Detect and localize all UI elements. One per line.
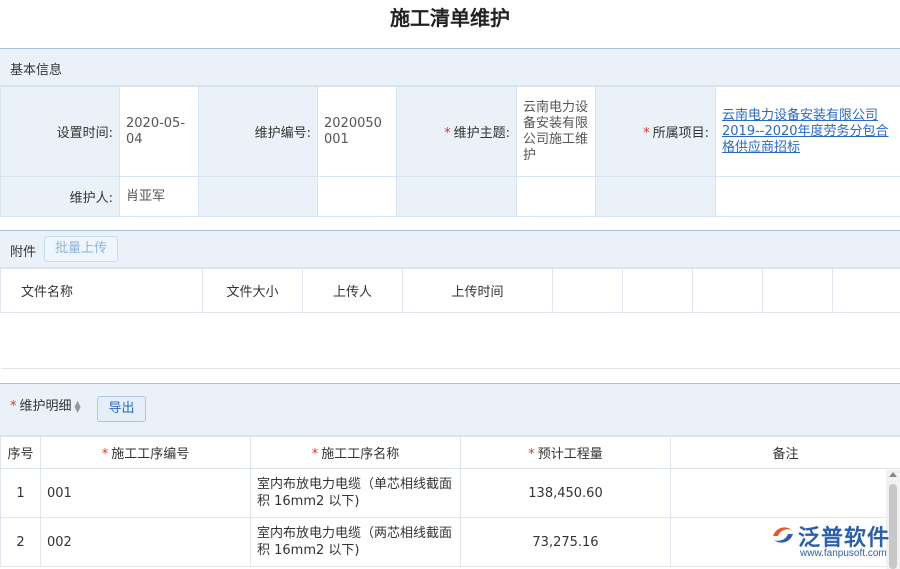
maintainer-label: 维护人:	[0, 176, 120, 217]
col-estimated-qty: * 预计工程量	[460, 436, 671, 469]
empty-value-cell	[317, 176, 397, 217]
process-code-cell[interactable]: 002	[40, 517, 251, 567]
process-name-cell[interactable]: 室内布放电力电缆（两芯相线截面积 16mm2 以下)	[250, 517, 461, 567]
col-extra	[832, 268, 900, 313]
details-table: 序号 * 施工工序编号 * 施工工序名称 * 预计工程量 备注 1 001 室内布放电…	[0, 436, 900, 567]
attachments-header: 附件	[0, 230, 900, 268]
maint-subject-label: * 维护主题:	[396, 86, 517, 177]
basic-info-form: 设置时间: 2020-05-04 维护编号: 2020050001 * 维护主题:…	[0, 86, 900, 217]
col-note: 备注	[670, 436, 900, 469]
basic-info-label: 基本信息	[10, 63, 63, 78]
setup-time-value[interactable]: 2020-05-04	[119, 86, 199, 177]
project-link[interactable]: 云南电力设备安装有限公司2019--2020年度劳务分包合格供应商招标	[715, 86, 900, 177]
batch-upload-button[interactable]: 批量上传	[44, 236, 118, 262]
sort-icon[interactable]: ▲ ▼	[75, 399, 83, 413]
empty-label-cell	[198, 176, 318, 217]
project-label: * 所属项目:	[595, 86, 716, 177]
export-button[interactable]: 导出	[97, 396, 146, 422]
col-extra	[692, 268, 763, 313]
col-extra	[762, 268, 833, 313]
attachments-table: 文件名称 文件大小 上传人 上传时间	[0, 268, 900, 369]
scroll-up-arrow-icon[interactable]	[889, 472, 897, 477]
estimated-qty-cell[interactable]: 138,450.60	[460, 468, 671, 518]
empty-label-cell	[595, 176, 716, 217]
attachments-empty-body	[0, 312, 900, 369]
maintainer-value[interactable]: 肖亚军	[119, 176, 199, 217]
note-cell[interactable]	[670, 468, 900, 518]
estimated-qty-cell[interactable]: 73,275.16	[460, 517, 671, 567]
col-index: 序号	[0, 436, 41, 469]
col-file-size: 文件大小	[202, 268, 303, 313]
col-process-code: * 施工工序编号	[40, 436, 251, 469]
row-index: 1	[0, 468, 41, 518]
empty-value-cell	[715, 176, 900, 217]
process-name-cell[interactable]: 室内布放电力电缆（单芯相线截面积 16mm2 以下)	[250, 468, 461, 518]
process-code-cell[interactable]: 001	[40, 468, 251, 518]
details-label: * 维护明细 ▲ ▼	[10, 398, 83, 414]
watermark-logo: 泛普软件 www.fanpusoft.com	[770, 520, 894, 564]
logo-url-text: www.fanpusoft.com	[800, 548, 887, 559]
table-row[interactable]: 1 001 室内布放电力电缆（单芯相线截面积 16mm2 以下) 138,450…	[0, 468, 900, 518]
empty-value-cell	[516, 176, 596, 217]
logo-icon	[773, 527, 793, 543]
col-extra	[622, 268, 693, 313]
col-extra	[552, 268, 623, 313]
row-index: 2	[0, 517, 41, 567]
maint-subject-value[interactable]: 云南电力设备安装有限公司施工维护	[516, 86, 596, 177]
maint-no-label: 维护编号:	[198, 86, 318, 177]
attachments-label: 附件	[10, 245, 37, 260]
basic-info-header: 基本信息	[0, 48, 900, 86]
table-row[interactable]: 2 002 室内布放电力电缆（两芯相线截面积 16mm2 以下) 73,275.…	[0, 517, 900, 567]
page-title: 施工清单维护	[390, 6, 510, 30]
col-uploader: 上传人	[302, 268, 403, 313]
setup-time-label: 设置时间:	[0, 86, 120, 177]
empty-label-cell	[396, 176, 517, 217]
col-file-name: 文件名称	[0, 268, 203, 313]
col-upload-time: 上传时间	[402, 268, 553, 313]
col-process-name: * 施工工序名称	[250, 436, 461, 469]
maint-no-value[interactable]: 2020050001	[317, 86, 397, 177]
